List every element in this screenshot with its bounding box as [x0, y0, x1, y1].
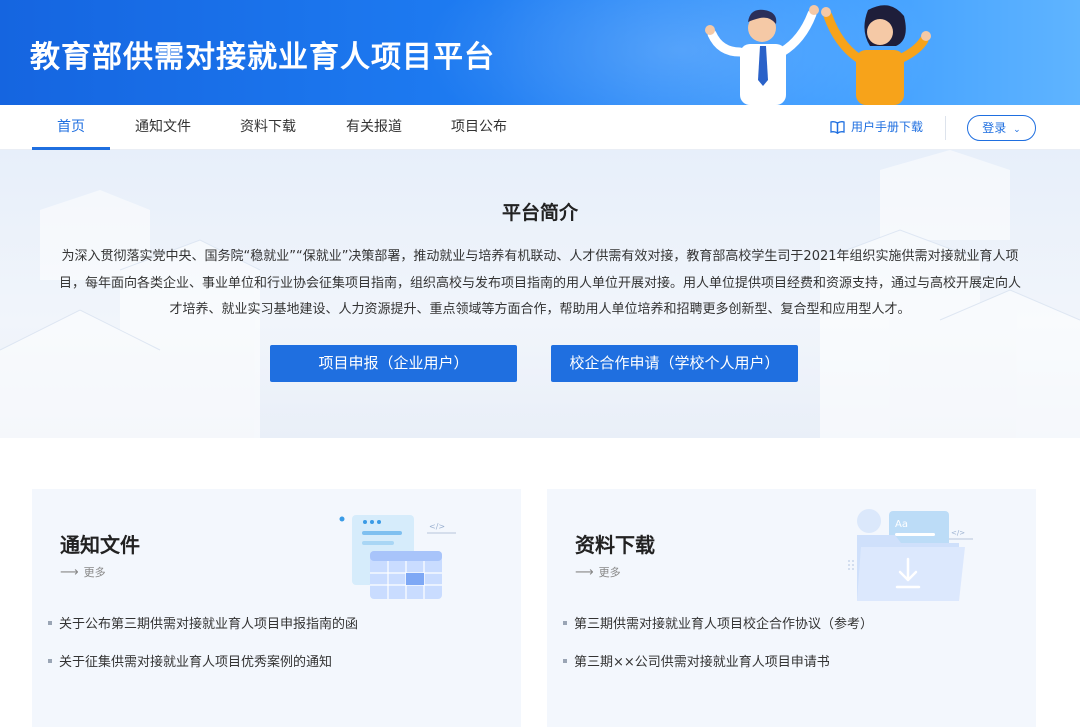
login-label: 登录 [982, 121, 1007, 135]
downloads-card: Aa </> 资料下载 ⟶ 更多 第三期供需对接就业育人项目校企合作协议（参考） … [547, 489, 1036, 727]
platform-intro-section: 平台简介 为深入贯彻落实党中央、国务院“稳就业”“保就业”决策部署，推动就业与培… [0, 150, 1080, 438]
book-icon [830, 121, 845, 135]
notices-card-title: 通知文件 [60, 533, 140, 557]
main-nav: 首页 通知文件 资料下载 有关报道 项目公布 用户手册下载 [0, 105, 1080, 150]
list-item-label: 关于征集供需对接就业育人项目优秀案例的通知 [59, 655, 333, 670]
svg-text:</>: </> [951, 529, 965, 537]
list-item[interactable]: 关于征集供需对接就业育人项目优秀案例的通知 [48, 654, 358, 692]
school-cooperation-apply-button[interactable]: 校企合作申请（学校个人用户） [551, 345, 798, 382]
chevron-down-icon: ⌄ [1013, 125, 1021, 135]
list-item[interactable]: 第三期供需对接就业育人项目校企合作协议（参考） [563, 616, 873, 654]
calendar-document-illustration: </> [339, 515, 456, 599]
tab-home[interactable]: 首页 [32, 105, 110, 150]
list-item-label: 第三期供需对接就业育人项目校企合作协议（参考） [574, 617, 874, 632]
svg-text:Aa: Aa [895, 519, 908, 530]
svg-text:</>: </> [429, 522, 445, 531]
downloads-list: 第三期供需对接就业育人项目校企合作协议（参考） 第三期××公司供需对接就业育人项… [563, 616, 873, 692]
bullet-icon [563, 659, 567, 663]
bullet-icon [48, 621, 52, 625]
tab-downloads[interactable]: 资料下载 [229, 105, 307, 150]
list-item-label: 第三期××公司供需对接就业育人项目申请书 [574, 655, 830, 670]
notices-card: </> 通知文件 ⟶ 更多 关于公布第三期供需对接就业育人项目申报指南的函 关于征… [32, 489, 521, 727]
site-title: 教育部供需对接就业育人项目平台 [30, 40, 495, 75]
high-five-illustration [705, 5, 931, 105]
notices-list: 关于公布第三期供需对接就业育人项目申报指南的函 关于征集供需对接就业育人项目优秀… [48, 616, 358, 692]
tab-reports[interactable]: 有关报道 [335, 105, 413, 150]
arrow-right-icon: ⟶ [575, 565, 594, 580]
tab-notices[interactable]: 通知文件 [124, 105, 202, 150]
tab-projects[interactable]: 项目公布 [440, 105, 518, 150]
nav-divider [945, 116, 946, 140]
site-banner: 教育部供需对接就业育人项目平台 [0, 0, 1080, 105]
folder-download-illustration: Aa </> [848, 509, 973, 601]
arrow-right-icon: ⟶ [60, 565, 79, 580]
enterprise-apply-button[interactable]: 项目申报（企业用户） [270, 345, 517, 382]
intro-paragraph: 为深入贯彻落实党中央、国务院“稳就业”“保就业”决策部署，推动就业与培养有机联动… [58, 249, 1021, 317]
manual-download-label: 用户手册下载 [851, 120, 924, 134]
downloads-more-link[interactable]: ⟶ 更多 [575, 564, 621, 580]
more-label: 更多 [598, 566, 621, 579]
more-label: 更多 [83, 566, 106, 579]
bullet-icon [563, 621, 567, 625]
intro-title: 平台简介 [501, 202, 578, 224]
notices-more-link[interactable]: ⟶ 更多 [60, 564, 106, 580]
manual-download-link[interactable]: 用户手册下载 [830, 118, 923, 135]
downloads-card-title: 资料下载 [575, 533, 655, 557]
login-button[interactable]: 登录 ⌄ [967, 115, 1036, 141]
list-item[interactable]: 第三期××公司供需对接就业育人项目申请书 [563, 654, 873, 692]
list-item-label: 关于公布第三期供需对接就业育人项目申报指南的函 [59, 617, 359, 632]
bullet-icon [48, 659, 52, 663]
list-item[interactable]: 关于公布第三期供需对接就业育人项目申报指南的函 [48, 616, 358, 654]
